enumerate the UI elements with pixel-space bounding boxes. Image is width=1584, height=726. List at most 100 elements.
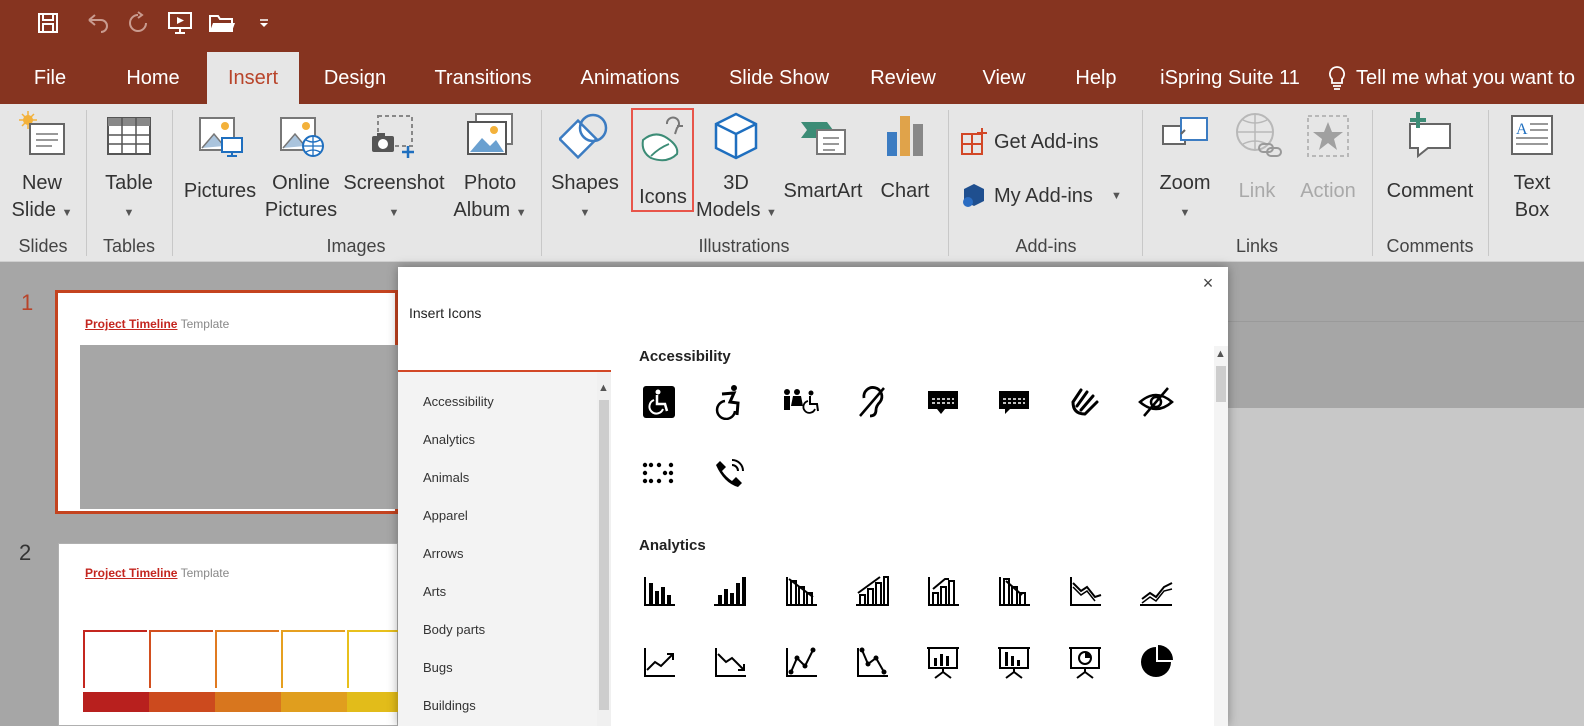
category-buildings[interactable]: Buildings — [423, 698, 476, 713]
zoom-button[interactable]: Zoom ▼ — [1150, 110, 1220, 230]
insert-icons-dialog: × Insert Icons Accessibility Analytics A… — [398, 267, 1228, 726]
timeline-bar-2 — [149, 692, 215, 712]
chart-button[interactable]: Chart — [874, 110, 936, 230]
category-scrollbar-thumb[interactable] — [599, 400, 609, 710]
active-wheelchair-icon[interactable] — [708, 380, 752, 424]
screenshot-label: Screenshot — [343, 172, 445, 194]
photo-album-icon — [467, 113, 513, 155]
link-button[interactable]: Link — [1224, 110, 1290, 230]
my-addins-button[interactable]: My Add-ins ▼ — [960, 176, 1122, 216]
family-accessible-icon[interactable] — [779, 380, 823, 424]
sign-language-icon[interactable] — [1063, 380, 1107, 424]
tell-me-search[interactable]: Tell me what you want to — [1326, 52, 1575, 104]
timeline-stage-3 — [215, 630, 279, 688]
slide-canvas — [1228, 408, 1584, 726]
chevron-up-icon[interactable]: ▲ — [1215, 348, 1226, 360]
category-analytics[interactable]: Analytics — [423, 432, 475, 447]
group-label-illustrations: Illustrations — [698, 236, 790, 256]
tab-design[interactable]: Design — [308, 52, 402, 104]
wheelchair-badge-icon[interactable] — [637, 380, 681, 424]
category-body-parts[interactable]: Body parts — [423, 622, 485, 637]
category-bugs[interactable]: Bugs — [423, 660, 453, 675]
photo-album-label-1: Photo — [463, 172, 517, 194]
line-down-icon[interactable] — [1063, 569, 1107, 613]
category-arrows[interactable]: Arrows — [423, 546, 463, 561]
category-accessibility[interactable]: Accessibility — [423, 394, 494, 409]
hearing-impaired-icon[interactable] — [850, 380, 894, 424]
smartart-button[interactable]: SmartArt — [780, 110, 866, 230]
undo-icon[interactable] — [80, 5, 116, 41]
caption-bubble-icon[interactable] — [992, 380, 1036, 424]
present-from-beginning-icon[interactable] — [162, 5, 198, 41]
section-title-accessibility: Accessibility — [639, 348, 731, 365]
action-button[interactable]: Action — [1294, 110, 1362, 230]
category-apparel[interactable]: Apparel — [423, 508, 468, 523]
chevron-down-icon[interactable]: ▼ — [1111, 190, 1122, 202]
screenshot-button[interactable]: Screenshot ▼ — [342, 110, 446, 230]
tab-review[interactable]: Review — [856, 52, 950, 104]
trend-down-icon[interactable] — [708, 640, 752, 684]
slide-1-placeholder — [80, 345, 400, 509]
photo-album-button[interactable]: Photo Album ▼ — [448, 110, 532, 230]
text-box-label-2: Box — [1514, 199, 1550, 221]
slide-thumbnail-1[interactable]: Project Timeline Template — [55, 290, 400, 514]
tab-help[interactable]: Help — [1056, 52, 1136, 104]
chevron-down-icon: ▼ — [515, 207, 527, 219]
comment-button[interactable]: Comment — [1380, 110, 1480, 230]
slide-thumbnail-2[interactable]: Project Timeline Template — [58, 543, 399, 726]
chevron-up-icon[interactable]: ▲ — [598, 382, 609, 394]
tab-file[interactable]: File — [14, 52, 86, 104]
closed-caption-icon[interactable] — [921, 380, 965, 424]
gallery-scrollbar[interactable]: ▲ — [1214, 346, 1228, 726]
group-label-tables: Tables — [102, 236, 156, 256]
line-points-up-icon[interactable] — [779, 640, 823, 684]
presentation-pie-icon[interactable] — [1063, 640, 1107, 684]
link-globe-icon — [1236, 113, 1282, 157]
bar-chart-arrow-up-icon[interactable] — [921, 569, 965, 613]
customize-toolbar-icon[interactable] — [246, 5, 282, 41]
presentation-bar-down-icon[interactable] — [992, 640, 1036, 684]
close-icon[interactable]: × — [1196, 271, 1220, 295]
braille-icon[interactable] — [637, 451, 681, 495]
category-animals[interactable]: Animals — [423, 470, 469, 485]
bar-chart-icon[interactable] — [637, 569, 681, 613]
category-scrollbar[interactable]: ▲ — [597, 372, 611, 726]
tab-animations[interactable]: Animations — [564, 52, 696, 104]
trend-up-icon[interactable] — [637, 640, 681, 684]
3d-models-button[interactable]: 3D Models ▼ — [696, 110, 777, 230]
tab-transitions[interactable]: Transitions — [418, 52, 548, 104]
slide-number-1: 1 — [21, 290, 34, 315]
shapes-button[interactable]: Shapes ▼ — [548, 110, 622, 230]
text-box-button[interactable]: A Text Box — [1496, 110, 1568, 230]
tab-home[interactable]: Home — [110, 52, 196, 104]
tab-insert[interactable]: Insert — [207, 52, 299, 104]
save-icon[interactable] — [30, 5, 66, 41]
slide-1-title: Project Timeline Template — [85, 317, 229, 331]
table-button[interactable]: Table ▼ — [94, 110, 164, 230]
tab-view[interactable]: View — [966, 52, 1042, 104]
tab-slide-show[interactable]: Slide Show — [714, 52, 844, 104]
action-label: Action — [1300, 180, 1356, 202]
line-points-down-icon[interactable] — [850, 640, 894, 684]
slide-number-2: 2 — [19, 540, 32, 565]
tab-ispring-suite[interactable]: iSpring Suite 11 — [1150, 52, 1310, 104]
bar-chart-trend-down-icon[interactable] — [779, 569, 823, 613]
bar-chart-arrow-down-icon[interactable] — [992, 569, 1036, 613]
icon-search-input[interactable] — [398, 334, 598, 368]
new-slide-button[interactable]: New Slide ▼ — [4, 110, 80, 230]
redo-icon[interactable] — [120, 5, 156, 41]
bar-chart-up-icon[interactable] — [708, 569, 752, 613]
pictures-button[interactable]: Pictures — [180, 110, 260, 230]
smartart-icon — [801, 122, 846, 155]
phone-volume-icon[interactable] — [708, 451, 752, 495]
open-folder-icon[interactable] — [204, 5, 240, 41]
line-up-icon[interactable] — [1134, 569, 1178, 613]
pie-chart-icon[interactable] — [1134, 640, 1178, 684]
online-pictures-button[interactable]: Online Pictures — [262, 110, 340, 230]
gallery-scrollbar-thumb[interactable] — [1216, 366, 1226, 402]
low-vision-icon[interactable] — [1134, 380, 1178, 424]
bar-chart-trend-up-icon[interactable] — [850, 569, 894, 613]
category-arts[interactable]: Arts — [423, 584, 446, 599]
presentation-bar-icon[interactable] — [921, 640, 965, 684]
get-addins-button[interactable]: Get Add-ins — [960, 122, 1099, 162]
